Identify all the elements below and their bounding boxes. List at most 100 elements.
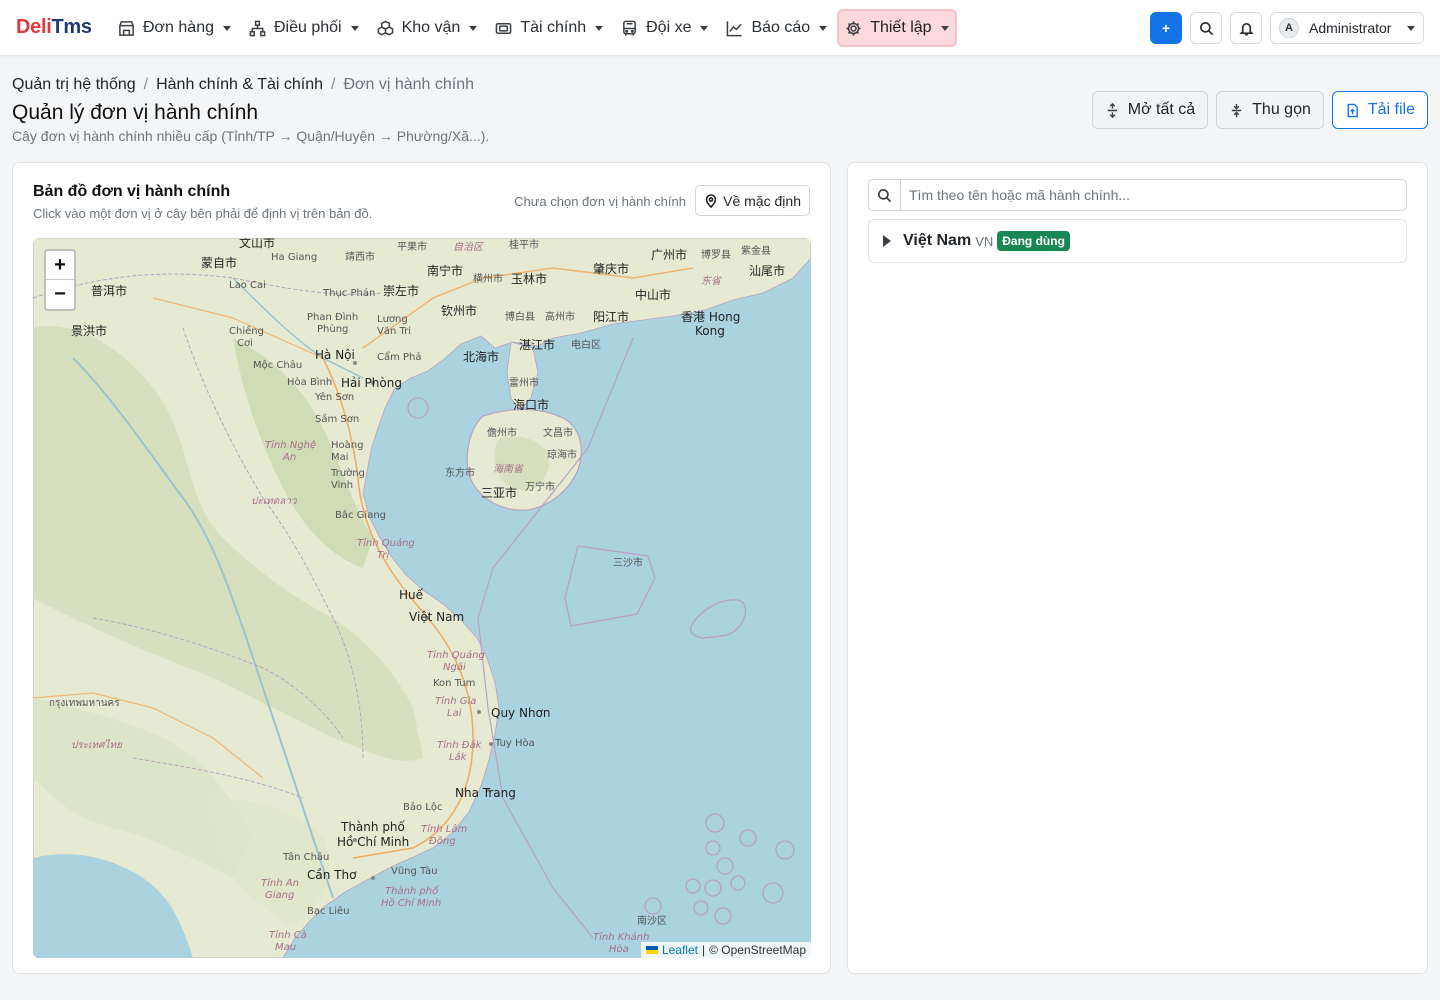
collapse-button[interactable]: Thu gọn	[1216, 91, 1324, 129]
plus-icon: +	[1161, 20, 1171, 36]
chevron-down-icon	[1407, 25, 1415, 31]
map-label: 崇左市	[383, 284, 420, 298]
store-icon	[118, 20, 135, 36]
map-card-title: Bản đồ đơn vị hành chính	[33, 183, 231, 200]
nav-label: Đơn hàng	[143, 19, 214, 36]
admin-unit-tree-card: Việt Nam VN Đang dùng	[847, 162, 1428, 974]
breadcrumb-item-current: Đơn vị hành chính	[343, 76, 475, 93]
map-label: Lương	[377, 314, 408, 325]
map-label: Bảo Lộc	[403, 802, 443, 813]
search-icon	[1199, 21, 1213, 35]
nav-item-orders[interactable]: Đơn hàng	[110, 9, 239, 47]
map-label: Ha Giang	[271, 252, 318, 263]
ukraine-flag-icon	[645, 946, 658, 954]
map-label: 北海市	[463, 350, 500, 364]
nav-label: Tài chính	[520, 19, 587, 36]
breadcrumb-item-system-admin[interactable]: Quản trị hệ thống	[12, 76, 136, 94]
bus-icon	[623, 20, 637, 36]
brand-logo[interactable]: DeliTms	[16, 16, 92, 39]
map-label: 三亚市	[481, 486, 518, 500]
map-label: ประเทศไทย	[71, 740, 122, 751]
map-label: 南沙区	[637, 916, 667, 927]
chevron-down-icon	[222, 25, 231, 31]
map-label: Huế	[399, 588, 424, 602]
chevron-down-icon	[700, 25, 709, 31]
map-label: 汕尾市	[749, 264, 786, 278]
attribution-separator: |	[701, 943, 706, 957]
bell-icon	[1238, 22, 1254, 35]
map-label: 高州市	[545, 312, 575, 323]
map-label: Thành phố	[341, 820, 405, 834]
breadcrumb-item-admin-finance[interactable]: Hành chính & Tài chính	[156, 76, 323, 94]
map-label: ปะเทดลาว	[251, 496, 297, 507]
notifications-button[interactable]	[1230, 12, 1262, 44]
map-label: Bắc Giang	[335, 510, 387, 521]
map-label: Tỉnh An	[261, 878, 299, 889]
map-label: 电白区	[571, 340, 601, 351]
map-label: 桂平市	[509, 240, 539, 251]
map-label: Nha Trang	[455, 786, 516, 800]
map-label: Giang	[265, 890, 295, 901]
file-upload-icon	[1347, 103, 1358, 117]
map-label: 儋州市	[487, 428, 517, 439]
expand-all-button[interactable]: Mở tất cả	[1091, 91, 1209, 129]
global-search-button[interactable]	[1190, 12, 1222, 44]
map-label: 钦州市	[441, 304, 478, 318]
nav-item-finance[interactable]: Tài chính	[487, 9, 611, 47]
map-label: Hòa Bình	[287, 377, 333, 388]
upload-file-button[interactable]: Tải file	[1331, 91, 1428, 129]
nav-item-dispatch[interactable]: Điều phối	[241, 9, 367, 47]
map-label: Vinh	[331, 480, 354, 491]
map-label: Hòa	[609, 944, 629, 955]
nav-label: Báo cáo	[751, 19, 811, 36]
map-label: 南宁市	[427, 264, 464, 278]
nav-item-warehouse[interactable]: Kho vận	[369, 9, 486, 47]
leaflet-link[interactable]: Leaflet	[662, 943, 698, 957]
map-label: 自治区	[453, 242, 483, 253]
map-label: Lao Cai	[229, 280, 266, 291]
user-name: Administrator	[1309, 20, 1392, 36]
map-label: Hà Nội	[315, 348, 355, 362]
map-label: 平果市	[397, 242, 427, 253]
map-label: Tỉnh Quảng	[357, 538, 415, 549]
map-label: Tỉnh Cà	[269, 930, 307, 941]
map-label: 琼海市	[547, 450, 577, 461]
nav-label: Thiết lập	[870, 19, 932, 36]
map-label: 东省	[701, 276, 721, 287]
map-label: 三沙市	[613, 558, 643, 569]
leaflet-map[interactable]: 蒙自市 Ha Giang 文山市 靖西市 平果市 自治区 桂平市 南宁市 横州市…	[33, 238, 811, 958]
tree-node-vietnam[interactable]: Việt Nam VN Đang dùng	[868, 219, 1407, 263]
map-label: Tỉnh Quảng	[427, 650, 485, 661]
osm-attribution[interactable]: © OpenStreetMap	[709, 943, 806, 957]
caret-right-icon[interactable]	[883, 235, 891, 247]
zoom-in-button[interactable]: +	[46, 251, 74, 280]
chevron-down-icon	[819, 25, 828, 31]
map-label: Cơi	[237, 338, 253, 349]
map-label: Kon Tum	[433, 678, 476, 689]
chevron-down-icon	[940, 25, 949, 31]
map-label: 湛江市	[519, 338, 556, 352]
reset-map-view-button[interactable]: Về mặc định	[695, 185, 810, 216]
tree-search-input[interactable]	[901, 180, 1406, 210]
map-label: Mộc Châu	[253, 360, 303, 371]
wallet-icon	[495, 22, 512, 34]
map-label: 万宁市	[525, 482, 555, 493]
quick-add-button[interactable]: +	[1150, 12, 1182, 44]
search-icon	[878, 188, 892, 202]
map-label: Việt Nam	[409, 610, 465, 624]
map-label: Trị	[377, 550, 390, 561]
nav-item-fleet[interactable]: Đội xe	[613, 9, 716, 47]
nav-item-settings[interactable]: Thiết lập	[837, 9, 957, 47]
nav-item-reports[interactable]: Báo cáo	[718, 9, 835, 47]
map-label: Yên Sơn	[315, 392, 355, 403]
map-label: Lai	[447, 708, 462, 719]
map-label: Hồ Chí Minh	[337, 835, 410, 849]
navbar-right: + A Administrator	[1142, 12, 1424, 44]
map-label: 中山市	[635, 288, 672, 302]
zoom-out-button[interactable]: −	[46, 280, 74, 309]
map-label: Mai	[331, 452, 349, 463]
nav-label: Điều phối	[273, 19, 342, 36]
map-label: 博罗县	[701, 250, 731, 261]
map-label: Vũng Tàu	[391, 866, 438, 877]
user-menu-button[interactable]: A Administrator	[1270, 12, 1424, 44]
